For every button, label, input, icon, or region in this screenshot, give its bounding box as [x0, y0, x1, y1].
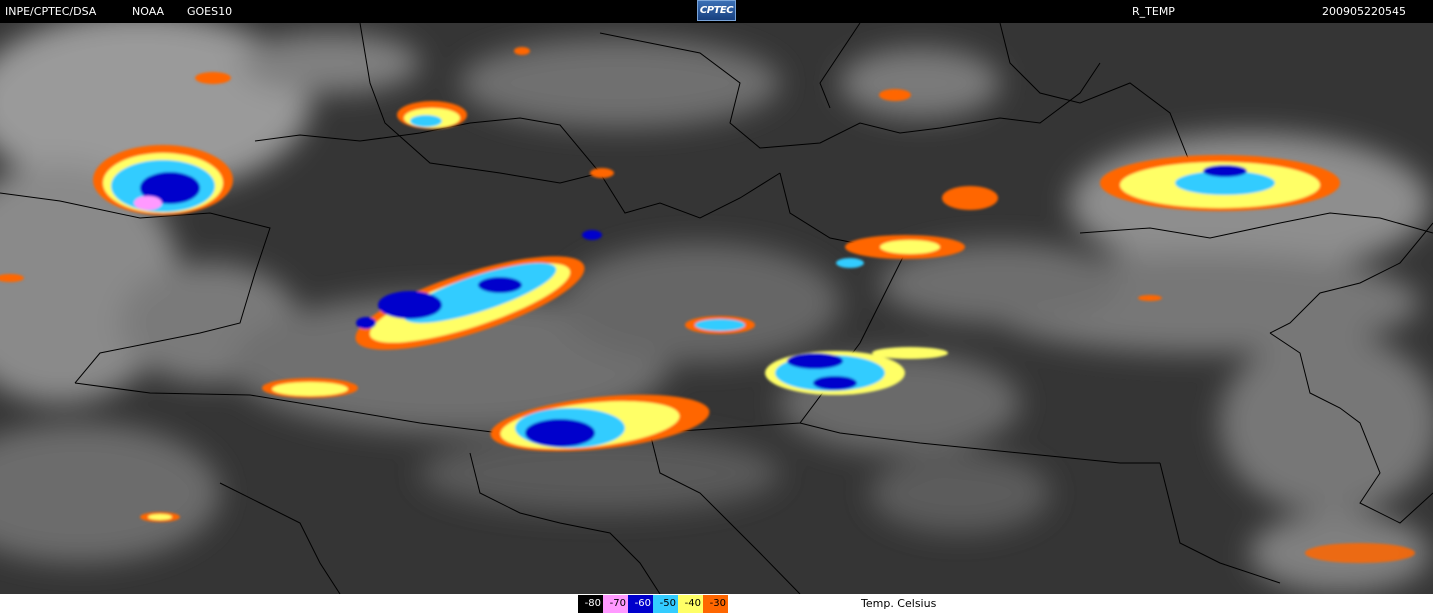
image-header: INPE/CPTEC/DSA NOAA GOES10 CPTEC R_TEMP …	[0, 0, 1433, 23]
swatch-minus-70: -70	[603, 595, 628, 613]
color-scale: -80 -70 -60 -50 -40 -30	[578, 595, 728, 613]
legend-unit-label: Temp. Celsius	[861, 597, 937, 610]
timestamp-label: 200905220545	[1322, 5, 1406, 18]
swatch-minus-50: -50	[653, 595, 678, 613]
swatch-minus-60: -60	[628, 595, 653, 613]
swatch-minus-40: -40	[678, 595, 703, 613]
satellite-map	[0, 23, 1433, 594]
agency-label: NOAA	[132, 5, 165, 18]
source-label: INPE/CPTEC/DSA	[5, 5, 97, 18]
cptec-logo: CPTEC	[697, 0, 736, 21]
swatch-minus-30: -30	[703, 595, 728, 613]
satellite-label: GOES10	[187, 5, 233, 18]
product-label: R_TEMP	[1132, 5, 1175, 18]
temperature-legend: -80 -70 -60 -50 -40 -30 Temp. Celsius	[0, 594, 1433, 614]
map-canvas	[0, 23, 1433, 594]
swatch-minus-80: -80	[578, 595, 603, 613]
